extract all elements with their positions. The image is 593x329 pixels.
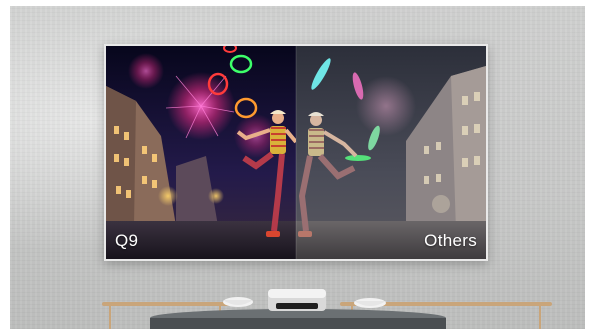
foreground-furniture [102,289,552,329]
projector-icon [268,289,326,311]
coffee-table [150,309,446,329]
living-room-scene: Q9 Others [10,6,585,329]
